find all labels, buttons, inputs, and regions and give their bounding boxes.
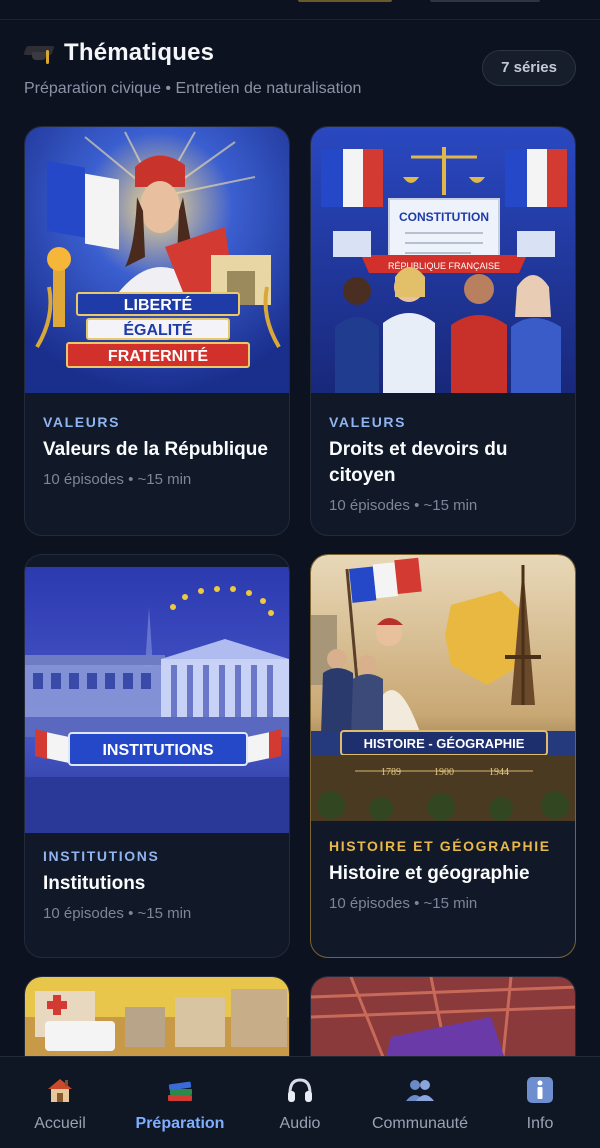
nav-label: Accueil (34, 1115, 86, 1132)
nav-label: Communauté (371, 1115, 469, 1132)
card-artwork: HISTOIRE - GÉOGRAPHIE 1789 1900 1944 (311, 555, 575, 821)
card-category: VALEURS (43, 414, 121, 430)
art-text-histoire-geo: HISTOIRE - GÉOGRAPHIE (364, 736, 525, 751)
graduation-cap-icon (23, 38, 55, 68)
house-icon (43, 1073, 77, 1107)
people-icon (403, 1073, 437, 1107)
art-text-1789: 1789 (381, 767, 401, 778)
card-meta: 10 épisodes • ~15 min (329, 497, 478, 514)
art-text-liberte: LIBERTÉ (124, 295, 193, 314)
nav-item-communaute[interactable]: Communauté (360, 1057, 480, 1148)
art-text-fraternite: FRATERNITÉ (108, 346, 208, 365)
theme-card-histoire-geographie[interactable]: HISTOIRE - GÉOGRAPHIE 1789 1900 1944 HIS… (310, 554, 576, 958)
card-title: Droits et devoirs du citoyen (329, 439, 508, 486)
art-text-constitution: CONSTITUTION (399, 210, 489, 224)
nav-item-accueil[interactable]: Accueil (0, 1057, 120, 1148)
series-count-badge[interactable]: 7 séries (482, 50, 576, 86)
art-text-1944: 1944 (489, 767, 509, 778)
card-meta: 10 épisodes • ~15 min (329, 895, 478, 912)
nav-label: Info (526, 1115, 554, 1132)
top-tab-edge[interactable] (430, 0, 540, 2)
headphones-icon (283, 1073, 317, 1107)
top-tabs-edge (0, 0, 600, 20)
art-text-egalite: ÉGALITÉ (123, 320, 193, 339)
card-category: VALEURS (329, 414, 407, 430)
theme-card-valeurs-republique[interactable]: LIBERTÉ ÉGALITÉ FRATERNITÉ VALEURS Valeu… (24, 126, 290, 536)
theme-card-institutions[interactable]: INSTITUTIONS INSTITUTIONS Institutions 1… (24, 554, 290, 958)
card-artwork: LIBERTÉ ÉGALITÉ FRATERNITÉ (25, 127, 289, 393)
nav-item-audio[interactable]: Audio (240, 1057, 360, 1148)
card-meta: 10 épisodes • ~15 min (43, 471, 192, 488)
card-category: HISTOIRE ET GÉOGRAPHIE (329, 838, 551, 854)
card-category: INSTITUTIONS (43, 848, 160, 864)
info-icon (523, 1073, 557, 1107)
bottom-navigation: Accueil Préparation Audio Communauté Inf… (0, 1056, 600, 1148)
section-title: Thématiques (64, 39, 215, 66)
section-header: Thématiques Préparation civique • Entret… (23, 38, 576, 104)
books-icon (163, 1073, 197, 1107)
card-title: Institutions (43, 873, 146, 894)
nav-item-preparation[interactable]: Préparation (120, 1057, 240, 1148)
nav-label: Audio (279, 1115, 321, 1132)
card-meta: 10 épisodes • ~15 min (43, 905, 192, 922)
nav-label: Préparation (135, 1115, 225, 1132)
art-text-institutions: INSTITUTIONS (102, 742, 213, 759)
top-tab-active-edge[interactable] (298, 0, 392, 2)
theme-card-droits-devoirs[interactable]: CONSTITUTION RÉPUBLIQUE FRANÇAISE VALEUR… (310, 126, 576, 536)
nav-item-info[interactable]: Info (480, 1057, 600, 1148)
card-title: Histoire et géographie (329, 863, 530, 884)
card-title: Valeurs de la République (43, 439, 268, 460)
card-artwork: INSTITUTIONS (25, 567, 289, 833)
art-text-1900: 1900 (434, 767, 454, 778)
card-artwork: CONSTITUTION RÉPUBLIQUE FRANÇAISE (311, 127, 575, 393)
